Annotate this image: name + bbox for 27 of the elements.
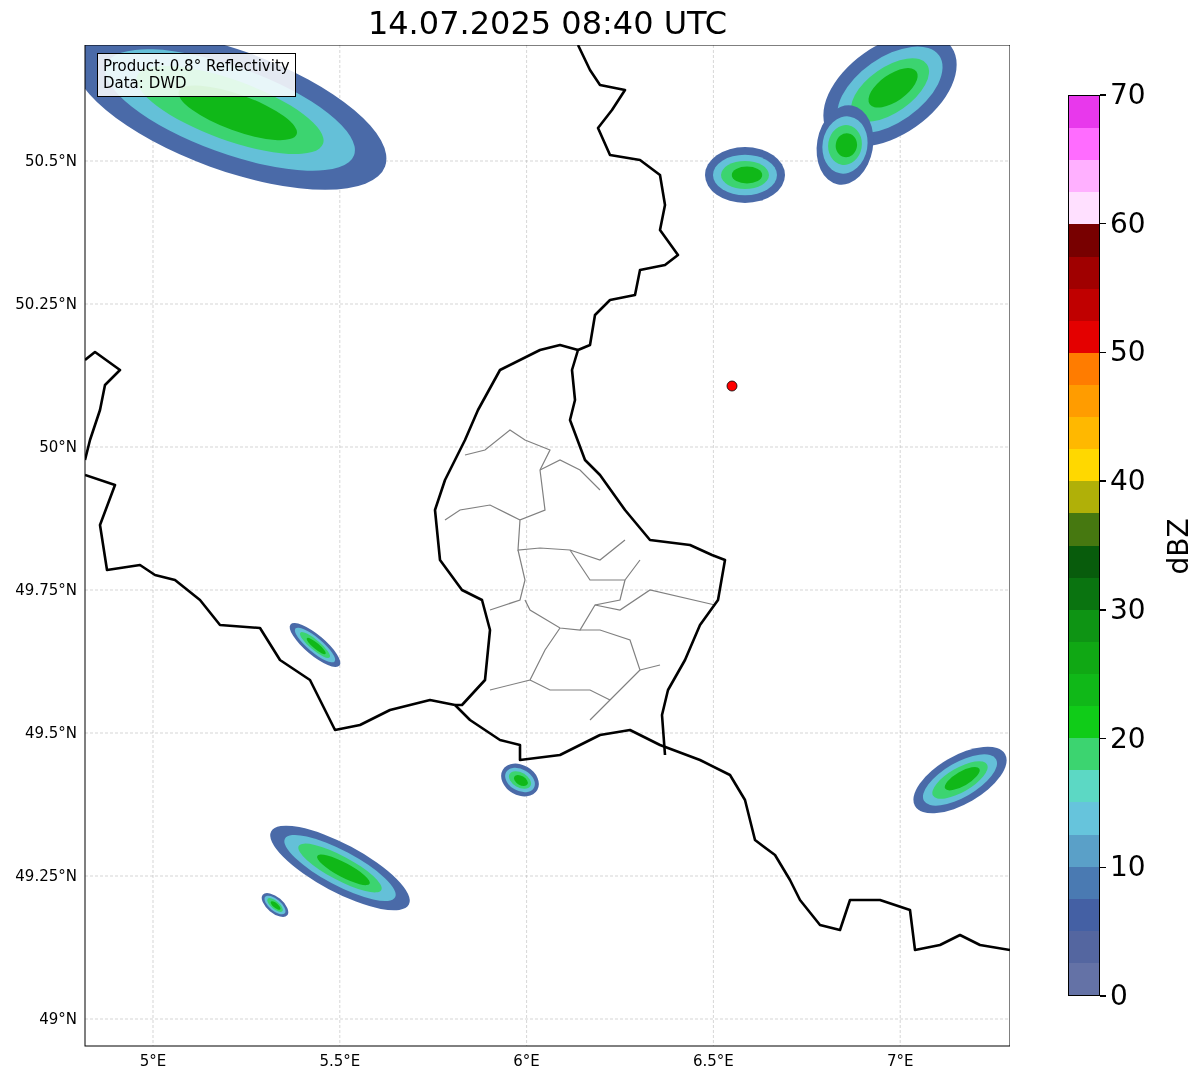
- latitude-label: 50°N: [39, 438, 77, 456]
- colorbar-label: dBZ: [1161, 518, 1195, 575]
- chart-title: 14.07.2025 08:40 UTC: [367, 6, 728, 39]
- latitude-label: 50.5°N: [24, 152, 77, 170]
- annotation-text: Product: 0.8° Reflectivity: [103, 58, 290, 75]
- latitude-label: 49°N: [39, 1010, 77, 1028]
- longitude-label: 5°E: [139, 1052, 167, 1070]
- latitude-label: 49.5°N: [24, 724, 77, 742]
- radar-site-marker: [726, 380, 738, 392]
- colorbar-tick-label: 20: [1110, 724, 1146, 753]
- radar-echo: [289, 623, 341, 667]
- latitude-label: 50.25°N: [15, 295, 77, 313]
- colorbar-tick-label: 50: [1110, 338, 1146, 367]
- latitude-label: 49.25°N: [15, 867, 77, 885]
- longitude-label: 6.5°E: [693, 1052, 734, 1070]
- annotation-text: Data: DWD: [103, 75, 188, 92]
- latitude-label: 49.75°N: [15, 581, 77, 599]
- colorbar-tick-label: 0: [1110, 982, 1128, 1010]
- longitude-label: 5.5°E: [319, 1052, 361, 1070]
- colorbar-tick-label: 10: [1110, 853, 1146, 882]
- longitude-label: 6°E: [513, 1052, 540, 1070]
- colorbar-tick-label: 70: [1110, 81, 1146, 109]
- colorbar-tick-label: 40: [1110, 467, 1146, 496]
- longitude-label: 7°E: [886, 1052, 914, 1070]
- colorbar-tick-label: 60: [1110, 209, 1146, 238]
- radar-echo: [501, 763, 539, 797]
- colorbar-tick-label: 30: [1110, 595, 1146, 624]
